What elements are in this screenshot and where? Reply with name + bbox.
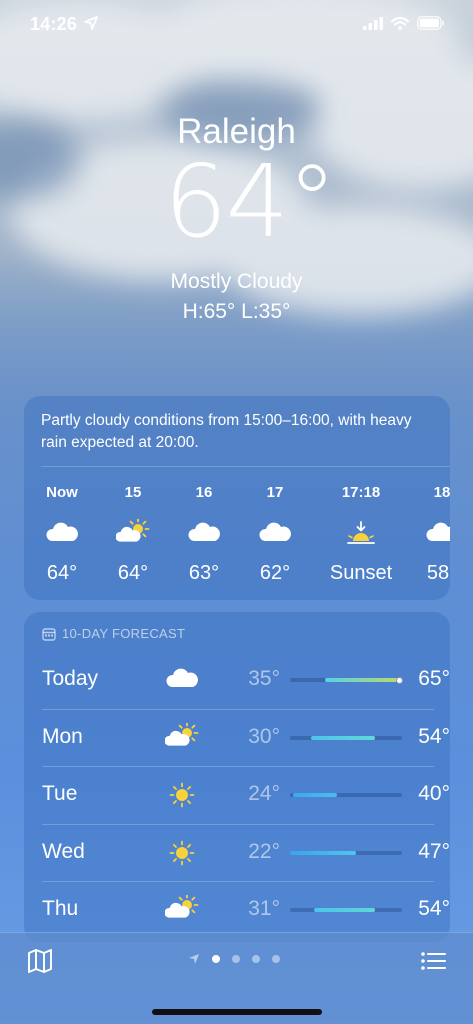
temperature-range-bar xyxy=(290,793,402,797)
page-indicator[interactable] xyxy=(188,953,280,965)
map-icon[interactable] xyxy=(26,947,54,975)
day-row[interactable]: Mon 30° 54° xyxy=(42,708,450,766)
hourly-time: 18 xyxy=(433,484,450,501)
day-high-temp: 54° xyxy=(418,897,450,920)
hourly-time: 17 xyxy=(266,484,284,501)
hourly-item: 16 63° xyxy=(164,484,244,585)
current-temperature: 64° xyxy=(163,143,337,260)
hourly-item: 17 62° xyxy=(235,484,315,585)
cloud-icon xyxy=(235,510,315,558)
sun-icon xyxy=(164,836,200,870)
cellular-signal-icon xyxy=(363,16,383,30)
partly-cloudy-icon xyxy=(93,510,173,558)
day-row[interactable]: Tue 24° 40° xyxy=(42,766,450,823)
ten-day-header: 10-DAY FORECAST xyxy=(42,626,185,641)
sunset-icon xyxy=(321,510,401,558)
cloud-icon xyxy=(164,663,200,697)
day-name: Wed xyxy=(42,839,85,863)
temperature-range-fill xyxy=(313,908,376,912)
day-low-temp: 31° xyxy=(248,897,280,920)
location-arrow-icon xyxy=(84,16,98,30)
temperature-range-fill xyxy=(324,678,399,682)
cloud-icon xyxy=(402,510,450,558)
page-dot[interactable] xyxy=(212,955,220,963)
day-low-temp: 30° xyxy=(248,724,280,748)
hourly-forecast-card[interactable]: Partly cloudy conditions from 15:00–16:0… xyxy=(24,396,450,600)
ten-day-forecast-card[interactable]: 10-DAY FORECAST Today 35° 65° Mon 30° 54° Tue 2… xyxy=(24,612,450,942)
day-low-temp: 35° xyxy=(248,667,280,690)
hourly-time: 17:18 xyxy=(341,484,381,501)
page-dot[interactable] xyxy=(252,955,260,963)
page-dot[interactable] xyxy=(232,955,240,963)
divider xyxy=(42,766,434,767)
temperature-range-fill xyxy=(290,850,357,855)
divider xyxy=(42,823,434,825)
hourly-time: 16 xyxy=(195,484,213,501)
partly-cloudy-icon xyxy=(164,721,200,755)
hourly-temperature: 64° xyxy=(46,562,78,584)
temperature-range-bar xyxy=(290,735,402,740)
high-low-temperature: H:65° L:35° xyxy=(182,300,291,323)
hourly-temperature: 64° xyxy=(117,562,149,584)
hourly-temperature: Sunset xyxy=(329,562,393,584)
hourly-item: 17:18 Sunset xyxy=(321,484,401,585)
hourly-time: Now xyxy=(46,484,78,501)
hourly-temperature: 63° xyxy=(188,562,220,584)
home-indicator[interactable] xyxy=(152,1009,322,1015)
partly-cloudy-icon xyxy=(164,893,200,927)
hourly-item: 18 58° xyxy=(402,484,450,585)
temperature-range-bar xyxy=(290,676,403,684)
ten-day-header-label: 10-DAY FORECAST xyxy=(62,626,186,641)
temperature-range-bar xyxy=(290,908,402,912)
wifi-icon xyxy=(391,16,409,30)
day-name: Thu xyxy=(42,897,79,920)
calendar-icon xyxy=(42,627,56,641)
cloud-icon xyxy=(24,510,102,558)
hourly-temperature: 58° xyxy=(426,562,450,584)
divider xyxy=(42,708,434,710)
day-name: Mon xyxy=(42,724,83,748)
day-row[interactable]: Wed 22° 47° xyxy=(42,823,450,881)
day-high-temp: 65° xyxy=(418,667,450,690)
current-condition: Mostly Cloudy xyxy=(170,270,303,293)
hourly-item: Now 64° xyxy=(24,484,102,585)
list-icon[interactable] xyxy=(419,947,447,975)
temperature-range-fill xyxy=(293,793,338,797)
status-bar: 14:26 xyxy=(0,0,473,50)
status-time: 14:26 xyxy=(30,14,78,34)
battery-icon xyxy=(417,16,444,30)
cloud-icon xyxy=(164,510,244,558)
temperature-range-fill xyxy=(311,735,376,740)
divider xyxy=(41,466,450,467)
day-low-temp: 22° xyxy=(248,839,280,863)
current-temp-dot xyxy=(395,676,403,684)
hourly-temperature: 62° xyxy=(259,562,291,584)
day-high-temp: 47° xyxy=(418,839,450,863)
hourly-time: 15 xyxy=(124,484,142,501)
hourly-item: 15 64° xyxy=(93,484,173,585)
divider xyxy=(42,881,434,882)
location-arrow-icon xyxy=(189,954,199,964)
day-row[interactable]: Today 35° 65° xyxy=(42,651,450,708)
day-high-temp: 54° xyxy=(418,724,450,748)
day-name: Today xyxy=(42,667,99,690)
hourly-summary: Partly cloudy conditions from 15:00–16:0… xyxy=(41,412,412,451)
day-high-temp: 40° xyxy=(418,782,450,805)
day-row[interactable]: Thu 31° 54° xyxy=(42,881,450,938)
page-dot[interactable] xyxy=(272,955,280,963)
day-name: Tue xyxy=(42,782,78,805)
sun-icon xyxy=(164,778,200,812)
day-low-temp: 24° xyxy=(248,782,280,805)
temperature-range-bar xyxy=(290,850,402,855)
bottom-toolbar xyxy=(0,932,473,1024)
